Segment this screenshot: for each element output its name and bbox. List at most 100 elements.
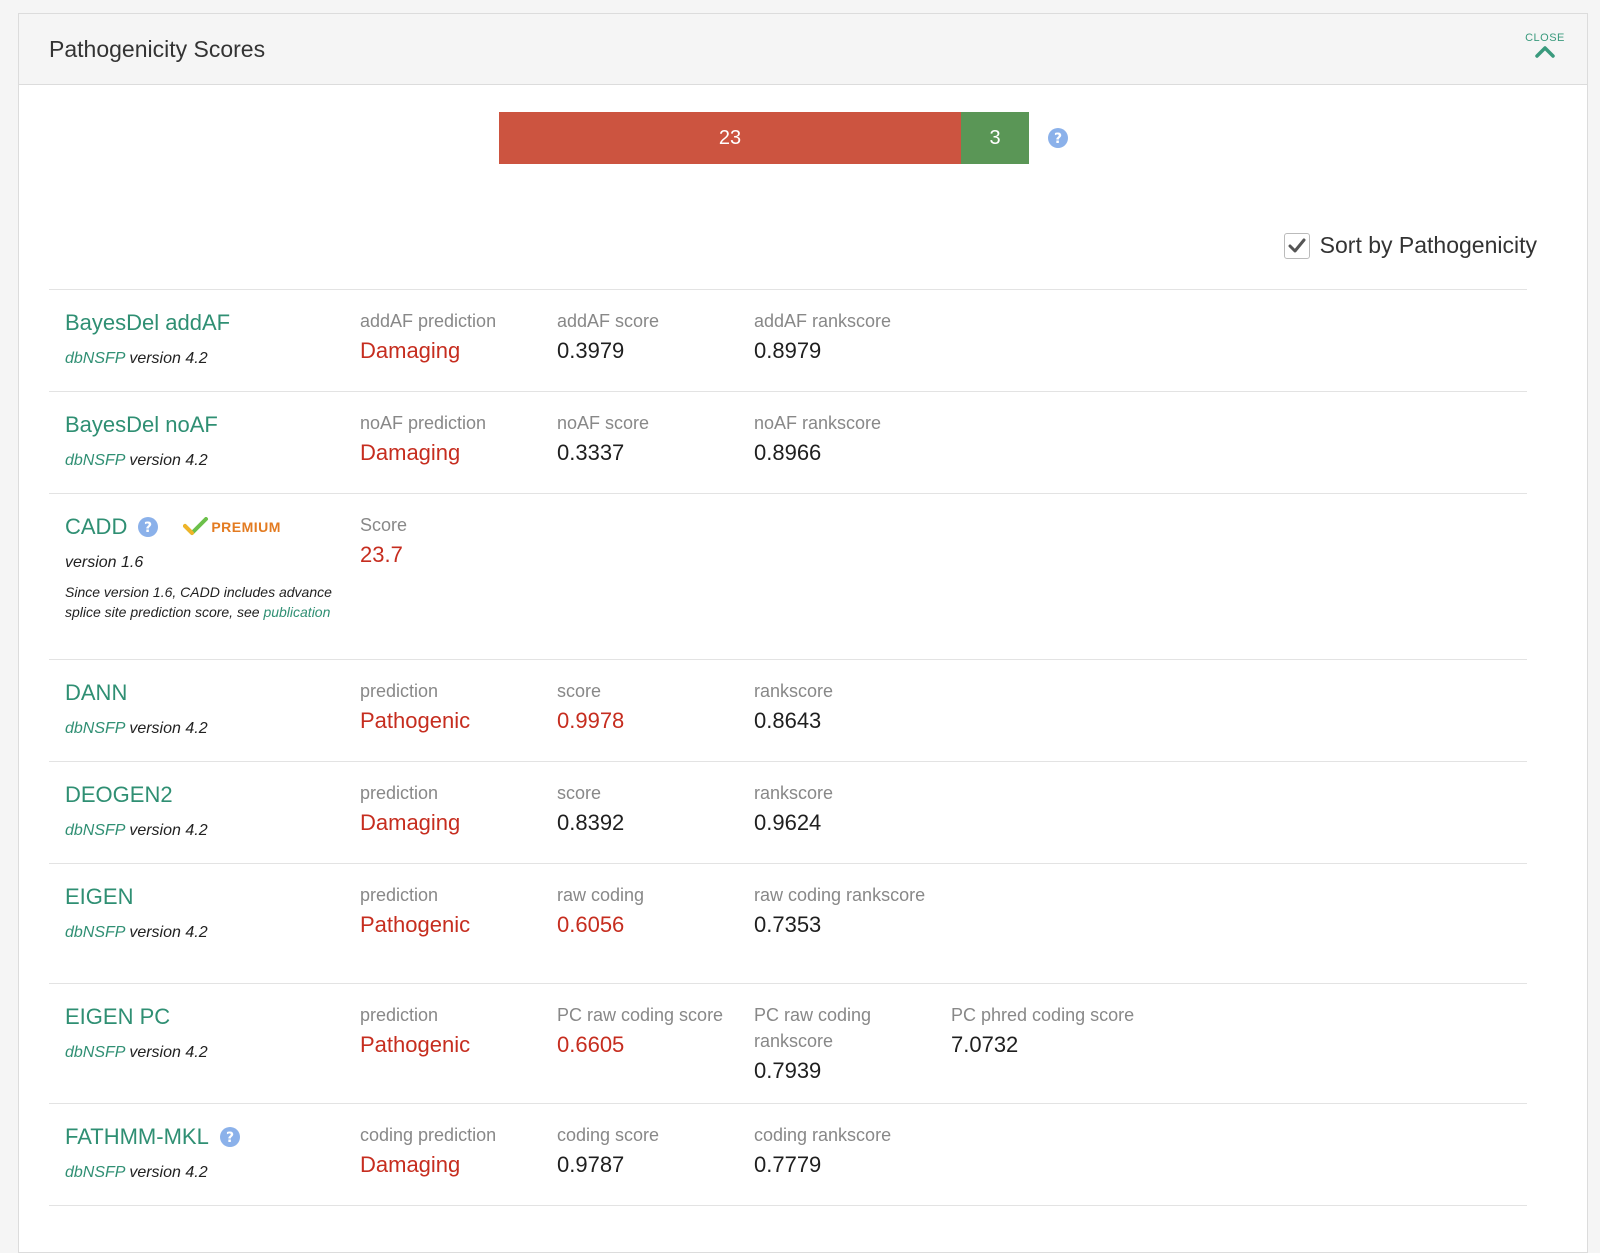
tool-version: dbNSFP version 4.2 — [65, 350, 335, 368]
metric-value: Pathogenic — [360, 912, 471, 937]
checkmark-icon — [1288, 238, 1306, 252]
metric: rankscore 0.9624 — [754, 780, 934, 836]
metric-value: Damaging — [360, 338, 461, 363]
metric-value: 0.6056 — [557, 912, 625, 937]
panel-title: Pathogenicity Scores — [49, 36, 266, 62]
help-icon[interactable]: ? — [219, 1126, 241, 1148]
tool-name-line: FATHMM-MKL? — [65, 1124, 335, 1150]
tool-info: BayesDel addAF dbNSFP version 4.2 — [65, 310, 335, 368]
help-icon[interactable]: ? — [1047, 127, 1069, 149]
pathogenicity-summary: 23 3 ? — [499, 112, 1068, 164]
tool-version: dbNSFP version 4.2 — [65, 1044, 335, 1062]
metric: coding score 0.9787 — [557, 1122, 737, 1178]
tool-name-link[interactable]: EIGEN — [65, 884, 133, 910]
tool-name-link[interactable]: FATHMM-MKL — [65, 1124, 209, 1150]
help-icon[interactable]: ? — [137, 516, 159, 538]
metric-value: Damaging — [360, 1152, 461, 1177]
metric: Score 23.7 — [360, 512, 540, 568]
metric-label: addAF prediction — [360, 311, 497, 331]
database-name: dbNSFP — [65, 1164, 125, 1181]
metric-value: 7.0732 — [951, 1032, 1019, 1057]
tool-info: CADD? PREMIUM version 1.6 Since version 1.6… — [65, 514, 335, 622]
metric-label: prediction — [360, 783, 439, 803]
metric-label: noAF score — [557, 413, 650, 433]
database-name: dbNSFP — [65, 452, 125, 469]
summary-bar: 23 3 — [499, 112, 1029, 164]
metric: raw coding 0.6056 — [557, 882, 737, 938]
metric-label: addAF score — [557, 311, 660, 331]
metric-value: Damaging — [360, 440, 461, 465]
metric-value: 0.6605 — [557, 1032, 625, 1057]
metric: noAF prediction Damaging — [360, 410, 540, 466]
metric: prediction Damaging — [360, 780, 540, 836]
tool-info: EIGEN dbNSFP version 4.2 — [65, 884, 335, 942]
metric: raw coding rankscore 0.7353 — [754, 882, 934, 938]
tool-version: dbNSFP version 4.2 — [65, 452, 335, 470]
score-row: DANN dbNSFP version 4.2 prediction Pathogen… — [49, 660, 1527, 762]
metric-value: 23.7 — [360, 542, 403, 567]
sort-label: Sort by Pathogenicity — [1319, 232, 1537, 258]
metric-label: Score — [360, 515, 408, 535]
metric-label: noAF rankscore — [754, 413, 882, 433]
tool-name-link[interactable]: BayesDel noAF — [65, 412, 218, 438]
tool-name-link[interactable]: CADD — [65, 514, 127, 540]
benign-count: 3 — [989, 126, 1001, 149]
tool-name-link[interactable]: BayesDel addAF — [65, 310, 230, 336]
database-name: dbNSFP — [65, 924, 125, 941]
metric: coding rankscore 0.7779 — [754, 1122, 934, 1178]
damaging-count-bar[interactable]: 23 — [499, 112, 961, 164]
premium-check-icon — [183, 517, 209, 535]
metric-value: 0.8979 — [754, 338, 822, 363]
tool-name-link[interactable]: EIGEN PC — [65, 1004, 170, 1030]
version-text: version 4.2 — [124, 1044, 208, 1061]
metric-value: Damaging — [360, 810, 461, 835]
tool-name-line: EIGEN — [65, 884, 335, 910]
metric-label: raw coding — [557, 885, 645, 905]
metric: PC phred coding score 7.0732 — [951, 1002, 1151, 1058]
svg-text:?: ? — [144, 520, 152, 536]
metric: addAF rankscore 0.8979 — [754, 308, 934, 364]
metric-label: rankscore — [754, 681, 834, 701]
metric-value: Pathogenic — [360, 708, 471, 733]
score-row: BayesDel noAF dbNSFP version 4.2 noAF pred… — [49, 392, 1527, 494]
metric-value: 0.9624 — [754, 810, 822, 835]
pathogenicity-panel: Pathogenicity Scores CLOSE 23 3 ? Sort b… — [18, 13, 1588, 1253]
tool-name-line: CADD? PREMIUM — [65, 514, 335, 540]
metric: rankscore 0.8643 — [754, 678, 934, 734]
metric-label: PC phred coding score — [951, 1005, 1135, 1025]
tool-version: dbNSFP version 4.2 — [65, 924, 335, 942]
metric-label: addAF rankscore — [754, 311, 892, 331]
premium-label: PREMIUM — [211, 519, 281, 535]
metric: noAF rankscore 0.8966 — [754, 410, 934, 466]
publication-link[interactable]: publication — [263, 604, 330, 620]
benign-count-bar[interactable]: 3 — [961, 112, 1029, 164]
metric-label: prediction — [360, 885, 439, 905]
sort-checkbox[interactable] — [1283, 232, 1310, 259]
tool-name-link[interactable]: DANN — [65, 680, 127, 706]
metric-label: score — [557, 783, 602, 803]
tool-note: Since version 1.6, CADD includes advance… — [65, 582, 335, 622]
metric-label: noAF prediction — [360, 413, 487, 433]
metric-label: rankscore — [754, 783, 834, 803]
close-button[interactable]: CLOSE — [1523, 32, 1567, 58]
score-rows: BayesDel addAF dbNSFP version 4.2 addAF pr… — [49, 289, 1527, 1206]
metric-label: PC raw coding rankscore — [754, 1005, 872, 1051]
tool-info: FATHMM-MKL? dbNSFP version 4.2 — [65, 1124, 335, 1182]
database-name: dbNSFP — [65, 822, 125, 839]
version-text: version 4.2 — [124, 452, 208, 469]
metric-value: 0.9787 — [557, 1152, 625, 1177]
score-row: FATHMM-MKL? dbNSFP version 4.2 coding pred… — [49, 1104, 1527, 1206]
sort-by-pathogenicity-toggle[interactable]: Sort by Pathogenicity — [1283, 232, 1537, 259]
metric: prediction Pathogenic — [360, 1002, 540, 1058]
tool-version: dbNSFP version 4.2 — [65, 720, 335, 738]
tool-info: BayesDel noAF dbNSFP version 4.2 — [65, 412, 335, 470]
version-text: version 4.2 — [124, 350, 208, 367]
metric-value: 0.3979 — [557, 338, 625, 363]
metric-value: Pathogenic — [360, 1032, 471, 1057]
database-name: dbNSFP — [65, 720, 125, 737]
score-row: CADD? PREMIUM version 1.6 Since version 1.6… — [49, 494, 1527, 660]
tool-info: EIGEN PC dbNSFP version 4.2 — [65, 1004, 335, 1062]
metric-label: coding prediction — [360, 1125, 497, 1145]
version-text: version 4.2 — [124, 924, 208, 941]
tool-name-link[interactable]: DEOGEN2 — [65, 782, 173, 808]
